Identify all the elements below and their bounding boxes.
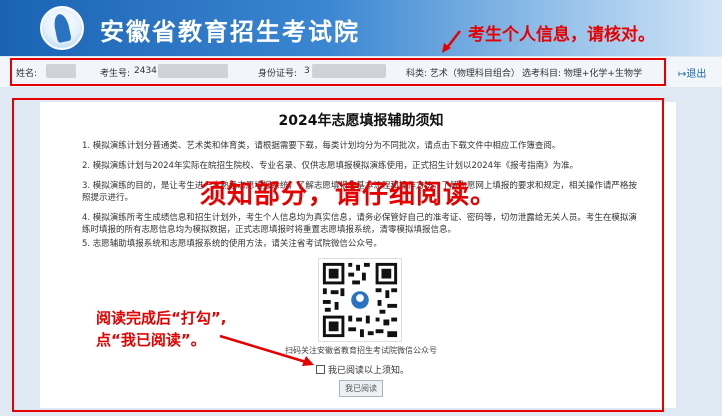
- logo-flame-shape: [52, 12, 72, 44]
- info-highlight-box: [10, 58, 666, 86]
- personal-info-annotation: 考生个人信息，请核对。: [468, 25, 655, 45]
- annotation-arrow-icon: [442, 30, 461, 53]
- site-title: 安徽省教育招生考试院: [100, 17, 360, 46]
- exam-authority-logo-icon: [40, 6, 84, 50]
- check-instruction-line: 阅读完成后“打勾”,: [96, 309, 227, 327]
- check-instruction-annotation: 阅读完成后“打勾”, 点“我已阅读”。: [96, 307, 226, 351]
- logout-link[interactable]: ↦退出: [678, 65, 706, 80]
- notice-highlight-box: [12, 98, 664, 412]
- check-instruction-line: 点“我已阅读”。: [96, 331, 206, 349]
- annotation-arrow-icon: [219, 334, 314, 366]
